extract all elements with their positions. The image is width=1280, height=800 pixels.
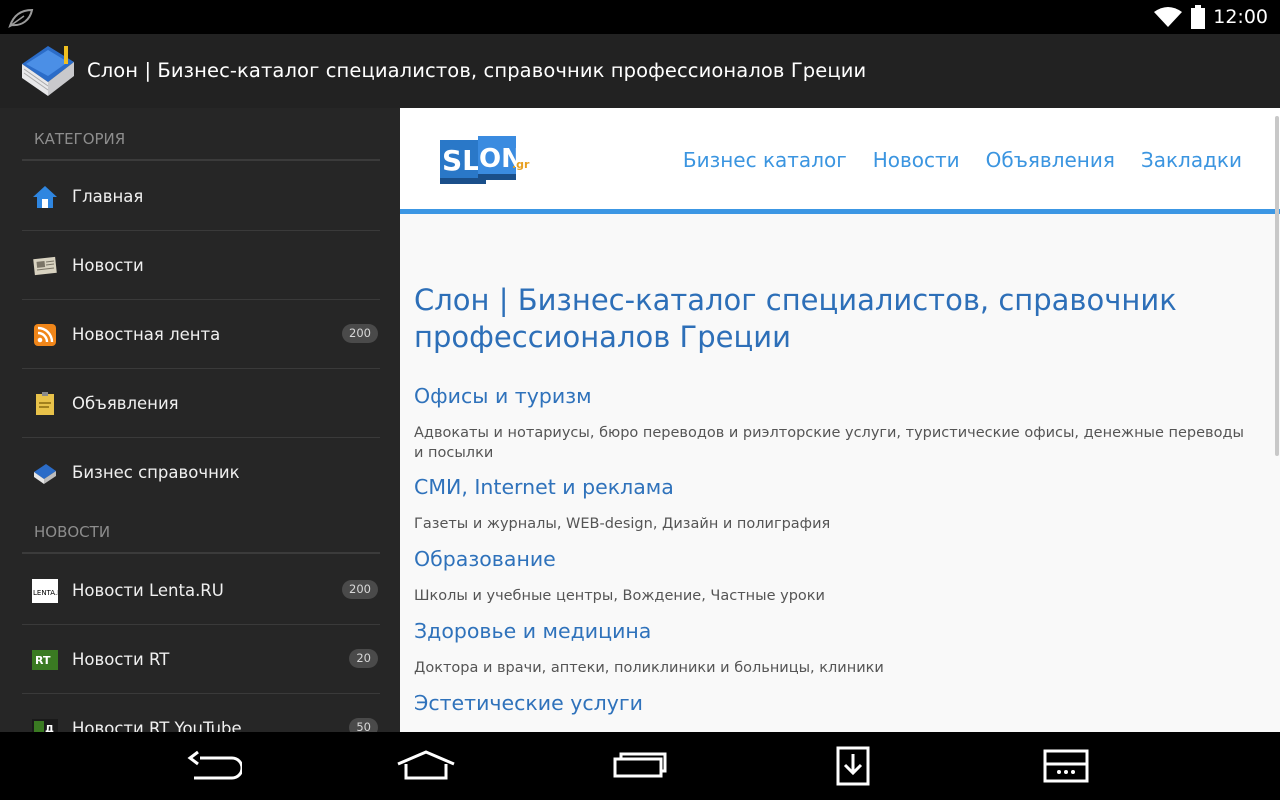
home-icon <box>33 186 57 208</box>
nav-business-catalog[interactable]: Бизнес каталог <box>683 148 847 172</box>
download-icon[interactable] <box>836 746 870 786</box>
drawer-item-label: Новости <box>72 256 144 275</box>
slon-logo[interactable]: SL ON .gr <box>438 134 532 188</box>
status-bar: 12:00 <box>0 0 1280 34</box>
category-title[interactable]: Офисы и туризм <box>414 384 592 408</box>
drawer-item-rt[interactable]: RT Новости RT 20 <box>22 625 380 694</box>
site-nav: Бизнес каталог Новости Объявления Заклад… <box>683 148 1242 172</box>
drawer-item-label: Новости RT YouTube <box>72 719 242 732</box>
drawer-item-ads[interactable]: Объявления <box>22 369 380 438</box>
drawer-item-news[interactable]: Новости <box>22 231 380 300</box>
drawer-item-lenta[interactable]: LENTA.RU Новости Lenta.RU 200 <box>22 556 380 625</box>
battery-icon <box>1191 5 1206 29</box>
lenta-icon: LENTA.RU <box>32 579 58 603</box>
section-label: НОВОСТИ <box>34 523 111 541</box>
site-header: SL ON .gr Бизнес каталог Новости Объявле… <box>400 108 1280 209</box>
count-badge: 200 <box>342 324 378 343</box>
wifi-icon <box>1154 7 1183 27</box>
book-icon <box>34 464 56 484</box>
ad-note-icon <box>36 392 54 415</box>
category-description: Адвокаты и нотариусы, бюро переводов и р… <box>414 425 1244 461</box>
nav-news[interactable]: Новости <box>873 148 960 172</box>
book-app-icon[interactable] <box>18 42 78 100</box>
recents-icon[interactable] <box>612 746 668 786</box>
leaf-icon <box>8 8 34 28</box>
nav-bookmarks[interactable]: Закладки <box>1141 148 1242 172</box>
system-nav-bar <box>0 732 1280 800</box>
header-accent-line <box>400 209 1280 214</box>
section-header-categories: КАТЕГОРИЯ <box>22 108 380 161</box>
drawer-item-rt-youtube[interactable]: Д Новости RT YouTube 50 <box>22 694 380 732</box>
drawer-item-label: Новости Lenta.RU <box>72 581 224 600</box>
action-bar: Слон | Бизнес-каталог специалистов, спра… <box>0 34 1280 108</box>
section-label: КАТЕГОРИЯ <box>34 130 126 148</box>
rss-icon <box>34 324 56 346</box>
rt-youtube-icon: Д <box>32 719 58 732</box>
count-badge: 50 <box>349 718 378 732</box>
drawer-item-label: Новостная лента <box>72 325 221 344</box>
nav-ads[interactable]: Объявления <box>986 148 1115 172</box>
category-description: Школы и учебные центры, Вождение, Частны… <box>414 588 825 604</box>
svg-text:Д: Д <box>45 724 54 732</box>
section-header-news: НОВОСТИ <box>22 501 380 554</box>
page-heading: Слон | Бизнес-каталог специалистов, спра… <box>414 283 1177 354</box>
drawer-item-label: Бизнес справочник <box>72 463 240 482</box>
newspaper-icon <box>33 256 57 276</box>
drawer-item-home[interactable]: Главная <box>22 162 380 231</box>
drawer-item-label: Новости RT <box>72 650 170 669</box>
category-title[interactable]: СМИ, Internet и реклама <box>414 475 674 499</box>
clock: 12:00 <box>1213 6 1268 28</box>
svg-text:LENTA.RU: LENTA.RU <box>33 589 58 597</box>
category-description: Газеты и журналы, WEB-design, Дизайн и п… <box>414 516 831 532</box>
category-title[interactable]: Образование <box>414 547 556 571</box>
web-content[interactable]: SL ON .gr Бизнес каталог Новости Объявле… <box>400 108 1280 732</box>
scrollbar[interactable] <box>1275 116 1279 456</box>
svg-text:RT: RT <box>35 654 51 667</box>
svg-text:.gr: .gr <box>512 158 530 171</box>
drawer-item-newsfeed[interactable]: Новостная лента 200 <box>22 300 380 369</box>
category-description: Доктора и врачи, аптеки, поликлиники и б… <box>414 660 884 676</box>
back-icon[interactable] <box>186 746 242 786</box>
rt-icon: RT <box>32 650 58 670</box>
home-icon[interactable] <box>396 746 456 786</box>
count-badge: 200 <box>342 580 378 599</box>
menu-icon[interactable] <box>1042 746 1090 786</box>
drawer-item-business-directory[interactable]: Бизнес справочник <box>22 438 380 507</box>
category-title[interactable]: Здоровье и медицина <box>414 619 651 643</box>
category-title[interactable]: Эстетические услуги <box>414 691 643 715</box>
count-badge: 20 <box>349 649 378 668</box>
navigation-drawer: КАТЕГОРИЯ Главная Новости Новостная лент… <box>0 108 400 732</box>
drawer-item-label: Главная <box>72 187 144 206</box>
app-title: Слон | Бизнес-каталог специалистов, спра… <box>87 59 867 82</box>
drawer-item-label: Объявления <box>72 394 179 413</box>
svg-text:SL: SL <box>442 144 480 177</box>
